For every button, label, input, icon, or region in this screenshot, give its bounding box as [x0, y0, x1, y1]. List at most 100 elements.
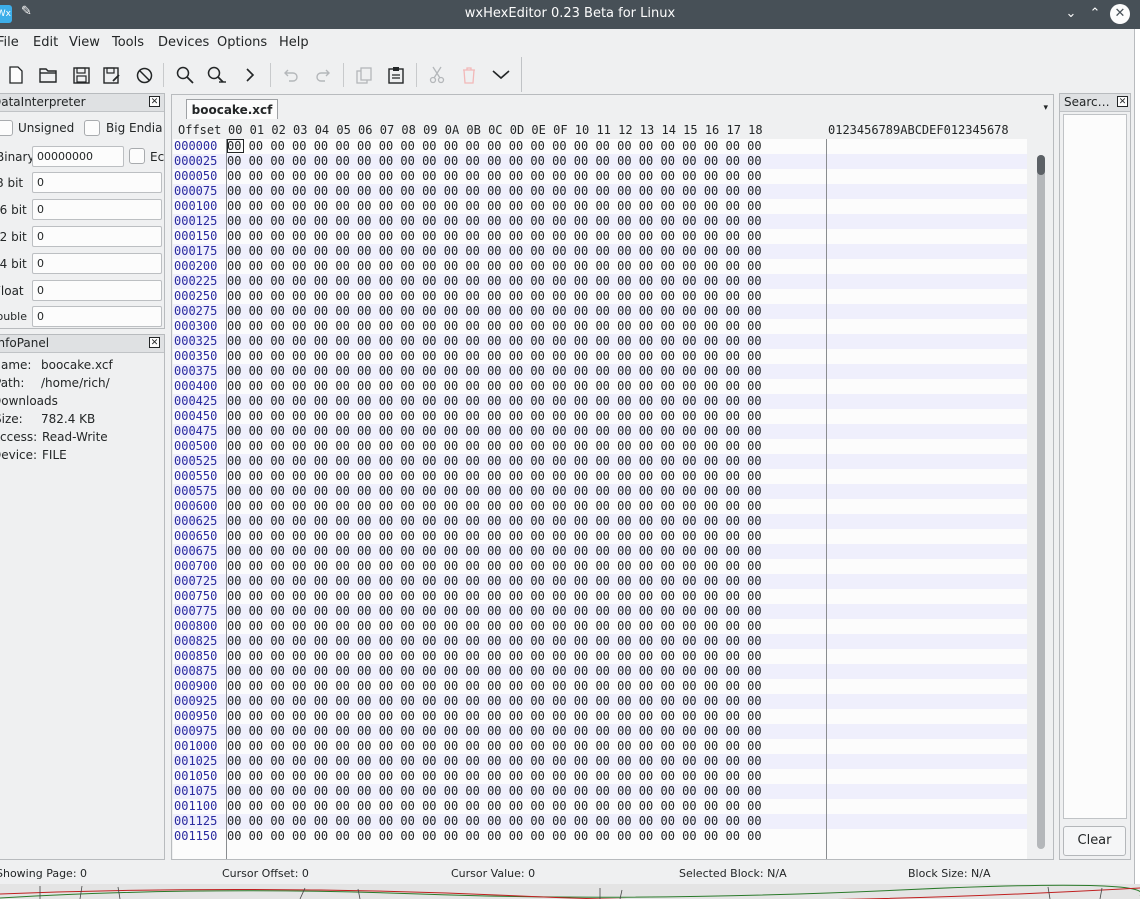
row-bytes[interactable]: 00 00 00 00 00 00 00 00 00 00 00 00 00 0…: [227, 769, 762, 784]
row-offset: 000075: [174, 184, 218, 198]
row-bytes[interactable]: 00 00 00 00 00 00 00 00 00 00 00 00 00 0…: [227, 664, 762, 679]
row-bytes[interactable]: 00 00 00 00 00 00 00 00 00 00 00 00 00 0…: [227, 649, 762, 664]
row-bytes[interactable]: 00 00 00 00 00 00 00 00 00 00 00 00 00 0…: [227, 694, 762, 709]
find-replace-icon[interactable]: [205, 63, 229, 87]
row-bytes[interactable]: 00 00 00 00 00 00 00 00 00 00 00 00 00 0…: [227, 289, 762, 304]
row-bytes[interactable]: 00 00 00 00 00 00 00 00 00 00 00 00 00 0…: [227, 334, 762, 349]
menu-devices[interactable]: Devices: [158, 35, 209, 50]
row-bytes[interactable]: 00 00 00 00 00 00 00 00 00 00 00 00 00 0…: [227, 229, 762, 244]
search-panel-title: Searc…: [1064, 95, 1110, 109]
row-bytes[interactable]: 00 00 00 00 00 00 00 00 00 00 00 00 00 0…: [227, 274, 762, 289]
32bit-field[interactable]: 0: [32, 226, 162, 247]
path-label: Path:: [0, 376, 25, 390]
cut-icon[interactable]: [425, 63, 449, 87]
menu-edit[interactable]: Edit: [33, 35, 58, 50]
row-bytes[interactable]: 00 00 00 00 00 00 00 00 00 00 00 00 00 0…: [227, 589, 762, 604]
row-bytes[interactable]: 00 00 00 00 00 00 00 00 00 00 00 00 00 0…: [227, 394, 762, 409]
row-bytes[interactable]: 00 00 00 00 00 00 00 00 00 00 00 00 00 0…: [227, 454, 762, 469]
row-bytes[interactable]: 00 00 00 00 00 00 00 00 00 00 00 00 00 0…: [227, 559, 762, 574]
row-bytes[interactable]: 00 00 00 00 00 00 00 00 00 00 00 00 00 0…: [227, 319, 762, 334]
save-icon[interactable]: [69, 63, 93, 87]
row-bytes[interactable]: 00 00 00 00 00 00 00 00 00 00 00 00 00 0…: [227, 814, 762, 829]
menu-file[interactable]: File: [0, 35, 19, 50]
row-bytes[interactable]: 00 00 00 00 00 00 00 00 00 00 00 00 00 0…: [227, 214, 762, 229]
row-bytes[interactable]: 00 00 00 00 00 00 00 00 00 00 00 00 00 0…: [227, 739, 762, 754]
scrollbar-thumb[interactable]: [1037, 155, 1045, 175]
8bit-field[interactable]: 0: [32, 172, 162, 193]
row-bytes[interactable]: 00 00 00 00 00 00 00 00 00 00 00 00 00 0…: [227, 349, 762, 364]
row-bytes[interactable]: 00 00 00 00 00 00 00 00 00 00 00 00 00 0…: [227, 634, 762, 649]
row-bytes[interactable]: 00 00 00 00 00 00 00 00 00 00 00 00 00 0…: [227, 529, 762, 544]
edit-checkbox[interactable]: [129, 148, 145, 164]
binary-field[interactable]: 00000000: [32, 146, 124, 167]
close-panel-icon[interactable]: ✕: [1117, 96, 1128, 107]
row-offset: 000550: [174, 469, 218, 483]
tab-dropdown-icon[interactable]: ▾: [1043, 103, 1048, 113]
redo-icon[interactable]: [311, 63, 335, 87]
paste-icon[interactable]: [384, 63, 408, 87]
close-panel-icon[interactable]: ✕: [149, 337, 160, 348]
big-endian-checkbox[interactable]: [84, 120, 100, 136]
tab-boocake[interactable]: boocake.xcf: [186, 99, 278, 119]
row-bytes[interactable]: 00 00 00 00 00 00 00 00 00 00 00 00 00 0…: [227, 754, 762, 769]
row-bytes[interactable]: 00 00 00 00 00 00 00 00 00 00 00 00 00 0…: [227, 484, 762, 499]
row-bytes[interactable]: 00 00 00 00 00 00 00 00 00 00 00 00 00 0…: [227, 679, 762, 694]
unsigned-checkbox[interactable]: [0, 120, 13, 136]
close-file-icon[interactable]: [132, 63, 156, 87]
row-bytes[interactable]: 00 00 00 00 00 00 00 00 00 00 00 00 00 0…: [227, 304, 762, 319]
offset-header: Offset: [178, 123, 222, 137]
menu-tools[interactable]: Tools: [112, 35, 144, 50]
row-bytes[interactable]: 00 00 00 00 00 00 00 00 00 00 00 00 00 0…: [227, 724, 762, 739]
goto-offset-icon[interactable]: [238, 63, 262, 87]
copy-icon[interactable]: [352, 63, 376, 87]
vertical-scrollbar[interactable]: [1034, 147, 1048, 861]
64bit-field[interactable]: 0: [32, 253, 162, 274]
row-bytes[interactable]: 00 00 00 00 00 00 00 00 00 00 00 00 00 0…: [227, 259, 762, 274]
row-bytes[interactable]: 00 00 00 00 00 00 00 00 00 00 00 00 00 0…: [227, 199, 762, 214]
row-offset: 000325: [174, 334, 218, 348]
save-as-icon[interactable]: [100, 63, 124, 87]
double-field[interactable]: 0: [32, 306, 162, 327]
menu-help[interactable]: Help: [279, 35, 309, 50]
row-bytes[interactable]: 00 00 00 00 00 00 00 00 00 00 00 00 00 0…: [227, 544, 762, 559]
row-bytes[interactable]: 00 00 00 00 00 00 00 00 00 00 00 00 00 0…: [227, 139, 762, 154]
text-view[interactable]: [827, 139, 1027, 859]
row-bytes[interactable]: 00 00 00 00 00 00 00 00 00 00 00 00 00 0…: [227, 709, 762, 724]
row-bytes[interactable]: 00 00 00 00 00 00 00 00 00 00 00 00 00 0…: [227, 799, 762, 814]
search-results-list[interactable]: [1063, 114, 1127, 819]
row-bytes[interactable]: 00 00 00 00 00 00 00 00 00 00 00 00 00 0…: [227, 619, 762, 634]
row-bytes[interactable]: 00 00 00 00 00 00 00 00 00 00 00 00 00 0…: [227, 184, 762, 199]
row-bytes[interactable]: 00 00 00 00 00 00 00 00 00 00 00 00 00 0…: [227, 574, 762, 589]
row-bytes[interactable]: 00 00 00 00 00 00 00 00 00 00 00 00 00 0…: [227, 379, 762, 394]
clear-button[interactable]: Clear: [1063, 826, 1126, 856]
row-bytes[interactable]: 00 00 00 00 00 00 00 00 00 00 00 00 00 0…: [227, 829, 762, 844]
row-bytes[interactable]: 00 00 00 00 00 00 00 00 00 00 00 00 00 0…: [227, 409, 762, 424]
open-folder-icon[interactable]: [36, 63, 60, 87]
row-bytes[interactable]: 00 00 00 00 00 00 00 00 00 00 00 00 00 0…: [227, 514, 762, 529]
row-bytes[interactable]: 00 00 00 00 00 00 00 00 00 00 00 00 00 0…: [227, 439, 762, 454]
row-bytes[interactable]: 00 00 00 00 00 00 00 00 00 00 00 00 00 0…: [227, 364, 762, 379]
hex-view[interactable]: 001150 00 00 00 00 00 00 00 00 00 00 00 0…: [173, 139, 1027, 859]
close-panel-icon[interactable]: ✕: [149, 96, 160, 107]
scrollbar-track[interactable]: [1037, 155, 1045, 849]
menu-options[interactable]: Options: [217, 35, 267, 50]
row-bytes[interactable]: 00 00 00 00 00 00 00 00 00 00 00 00 00 0…: [227, 244, 762, 259]
minimize-button[interactable]: ⌄: [1061, 4, 1081, 24]
float-field[interactable]: 0: [32, 280, 162, 301]
find-icon[interactable]: [173, 63, 197, 87]
row-bytes[interactable]: 00 00 00 00 00 00 00 00 00 00 00 00 00 0…: [227, 604, 762, 619]
undo-icon[interactable]: [279, 63, 303, 87]
row-bytes[interactable]: 00 00 00 00 00 00 00 00 00 00 00 00 00 0…: [227, 469, 762, 484]
new-file-icon[interactable]: [4, 63, 28, 87]
delete-icon[interactable]: [457, 63, 481, 87]
maximize-button[interactable]: ⌃: [1085, 4, 1105, 24]
more-icon[interactable]: [489, 63, 513, 87]
row-bytes[interactable]: 00 00 00 00 00 00 00 00 00 00 00 00 00 0…: [227, 499, 762, 514]
row-bytes[interactable]: 00 00 00 00 00 00 00 00 00 00 00 00 00 0…: [227, 154, 762, 169]
close-button[interactable]: ✕: [1110, 4, 1130, 24]
row-bytes[interactable]: 00 00 00 00 00 00 00 00 00 00 00 00 00 0…: [227, 424, 762, 439]
16bit-field[interactable]: 0: [32, 199, 162, 220]
row-bytes[interactable]: 00 00 00 00 00 00 00 00 00 00 00 00 00 0…: [227, 169, 762, 184]
menu-view[interactable]: View: [69, 35, 100, 50]
row-bytes[interactable]: 00 00 00 00 00 00 00 00 00 00 00 00 00 0…: [227, 784, 762, 799]
